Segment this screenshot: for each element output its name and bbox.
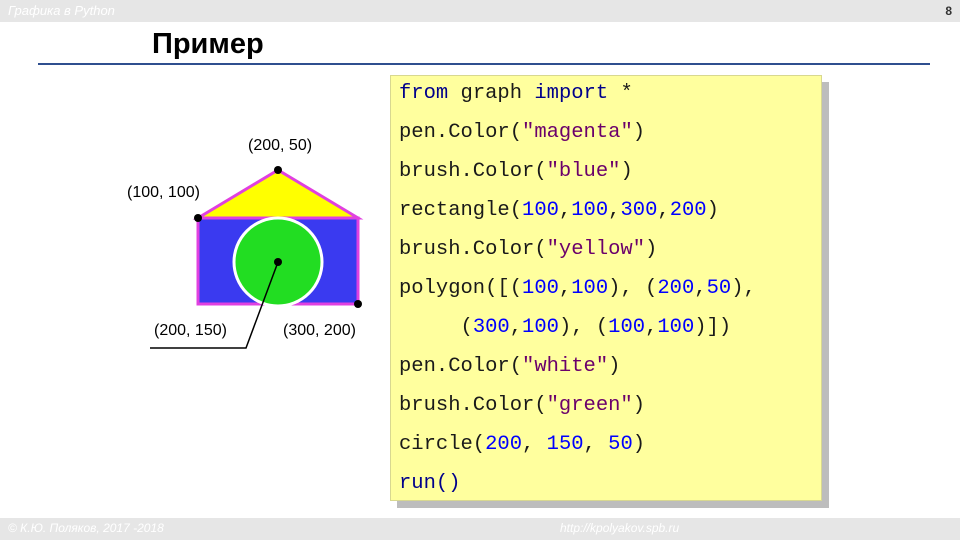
point-bottom-right [354,300,362,308]
label-point-left: (100, 100) [127,184,200,201]
code-line-3: brush.Color("blue") [399,160,633,183]
code-line-11: run() [399,472,461,495]
point-top [274,166,282,174]
label-point-bottom-right: (300, 200) [283,322,356,339]
code-listing: from graph import * pen.Color("magenta")… [390,75,822,501]
label-point-top: (200, 50) [248,137,313,154]
label-point-center: (200, 150) [154,322,227,339]
code-line-2: pen.Color("magenta") [399,121,646,144]
code-line-7: (300,100), (100,100)]) [399,316,732,339]
code-line-9: brush.Color("green") [399,394,646,417]
code-line-1: from graph import * [399,82,633,105]
house-roof [192,168,364,220]
code-line-8: pen.Color("white") [399,355,621,378]
footer-url[interactable]: http://kpolyakov.spb.ru [560,521,679,535]
code-line-10: circle(200, 150, 50) [399,433,646,456]
code-line-5: brush.Color("yellow") [399,238,658,261]
point-left [194,214,202,222]
footer-author: © К.Ю. Поляков, 2017 -2018 [8,521,164,535]
code-line-4: rectangle(100,100,300,200) [399,199,719,222]
code-line-6: polygon([(100,100), (200,50), [399,277,756,300]
